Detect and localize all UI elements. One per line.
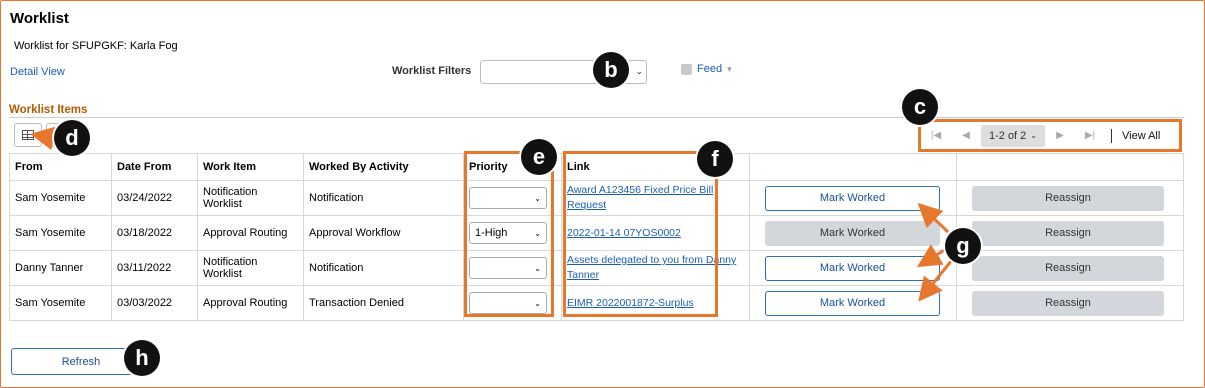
pager-separator	[1111, 128, 1112, 143]
priority-column-highlight	[464, 151, 554, 317]
section-divider	[9, 117, 1184, 118]
next-page-icon[interactable]: ▶	[1045, 130, 1075, 141]
worklist-owner: Worklist for SFUPGKF: Karla Fog	[14, 40, 178, 52]
cell-reassign: Reassign	[956, 180, 1184, 216]
cell-date: 03/24/2022	[111, 180, 198, 216]
callout-b: b	[593, 52, 629, 88]
page-range: 1-2 of 2	[988, 129, 1027, 142]
cell-mark: Mark Worked	[749, 250, 957, 286]
col-work-item: Work Item	[197, 153, 304, 181]
cell-work-item: Notification Worklist	[197, 180, 304, 216]
col-mark-worked	[749, 153, 957, 181]
personalize-grid-button[interactable]	[14, 123, 42, 147]
caret-down-icon: ▾	[727, 63, 732, 74]
cell-date: 03/11/2022	[111, 250, 198, 286]
cell-from: Sam Yosemite	[9, 180, 112, 216]
cell-activity: Transaction Denied	[303, 285, 464, 321]
cell-from: Sam Yosemite	[9, 285, 112, 321]
grid-icon	[22, 130, 34, 140]
col-reassign	[956, 153, 1184, 181]
reassign-button[interactable]: Reassign	[972, 220, 1164, 246]
cell-reassign: Reassign	[956, 285, 1184, 321]
reassign-button[interactable]: Reassign	[972, 255, 1164, 281]
cell-from: Danny Tanner	[9, 250, 112, 286]
col-worked-by-activity: Worked By Activity	[303, 153, 464, 181]
cell-activity: Approval Workflow	[303, 215, 464, 251]
feed-icon	[681, 63, 692, 75]
link-column-highlight	[563, 151, 718, 317]
callout-g: g	[945, 228, 981, 264]
mark-worked-button[interactable]: Mark Worked	[765, 255, 940, 281]
callout-c: c	[902, 89, 938, 125]
cell-date: 03/03/2022	[111, 285, 198, 321]
last-page-icon[interactable]: ▶|	[1075, 130, 1105, 141]
pager: |◀ ◀ 1-2 of 2 ⌄ ▶ ▶| View All	[918, 119, 1182, 152]
callout-d: d	[54, 120, 90, 156]
cell-activity: Notification	[303, 250, 464, 286]
cell-from: Sam Yosemite	[9, 215, 112, 251]
page-range-select[interactable]: 1-2 of 2 ⌄	[981, 124, 1045, 147]
cell-work-item: Approval Routing	[197, 215, 304, 251]
callout-f: f	[697, 141, 733, 177]
cell-work-item: Notification Worklist	[197, 250, 304, 286]
view-all-link[interactable]: View All	[1122, 130, 1160, 142]
feed-menu[interactable]: Feed ▾	[681, 63, 732, 75]
callout-e: e	[521, 139, 557, 175]
page-title: Worklist	[10, 10, 69, 27]
prev-page-icon[interactable]: ◀	[951, 130, 981, 141]
detail-view-link[interactable]: Detail View	[10, 66, 65, 78]
col-from: From	[9, 153, 112, 181]
mark-worked-button[interactable]: Mark Worked	[765, 220, 940, 246]
chevron-down-icon: ⌄	[635, 66, 643, 76]
worklist-filters-label: Worklist Filters	[392, 65, 472, 77]
cell-mark: Mark Worked	[749, 285, 957, 321]
cell-date: 03/18/2022	[111, 215, 198, 251]
cell-mark: Mark Worked	[749, 180, 957, 216]
cell-reassign: Reassign	[956, 215, 1184, 251]
cell-work-item: Approval Routing	[197, 285, 304, 321]
cell-mark: Mark Worked	[749, 215, 957, 251]
section-title: Worklist Items	[9, 104, 88, 116]
mark-worked-button[interactable]: Mark Worked	[765, 185, 940, 211]
cell-activity: Notification	[303, 180, 464, 216]
callout-h: h	[124, 340, 160, 376]
feed-label: Feed	[697, 63, 723, 75]
mark-worked-button[interactable]: Mark Worked	[765, 290, 940, 316]
cell-reassign: Reassign	[956, 250, 1184, 286]
first-page-icon[interactable]: |◀	[921, 130, 951, 141]
reassign-button[interactable]: Reassign	[972, 185, 1164, 211]
col-date-from: Date From	[111, 153, 198, 181]
chevron-down-icon: ⌄	[1030, 131, 1037, 140]
reassign-button[interactable]: Reassign	[972, 290, 1164, 316]
